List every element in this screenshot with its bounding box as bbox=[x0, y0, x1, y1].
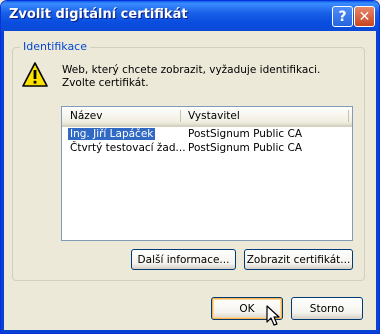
window-frame-left bbox=[1, 31, 4, 333]
more-info-button[interactable]: Další informace... bbox=[131, 249, 236, 270]
group-label: Identifikace bbox=[20, 40, 90, 53]
close-button[interactable]: ✕ bbox=[354, 6, 375, 27]
list-header: Název Vystavitel bbox=[62, 107, 352, 127]
column-separator[interactable] bbox=[180, 110, 181, 122]
list-item-name: Ing. Jiří Lapáček bbox=[68, 128, 156, 140]
warning-icon bbox=[22, 62, 48, 87]
message-line-1: Web, který chcete zobrazit, vyžaduje ide… bbox=[62, 64, 321, 76]
list-item-issuer: PostSignum Public CA bbox=[188, 142, 303, 154]
title-bar[interactable]: Zvolit digitální certifikát ? ✕ bbox=[1, 1, 379, 31]
column-separator[interactable] bbox=[348, 110, 349, 122]
window-title: Zvolit digitální certifikát bbox=[9, 7, 188, 22]
certificate-list[interactable]: Název Vystavitel Ing. Jiří Lapáček PostS… bbox=[61, 106, 353, 241]
message-line-2: Zvolte certifikát. bbox=[62, 77, 149, 89]
list-item-name: Čtvrtý testovací žad... bbox=[70, 142, 186, 154]
list-item[interactable]: Ing. Jiří Lapáček PostSignum Public CA bbox=[62, 127, 352, 141]
column-header-name[interactable]: Název bbox=[70, 110, 102, 122]
window-frame-right bbox=[376, 31, 379, 333]
window-frame-bottom bbox=[1, 330, 379, 333]
list-item-issuer: PostSignum Public CA bbox=[188, 128, 303, 140]
view-certificate-button[interactable]: Zobrazit certifikát... bbox=[244, 249, 353, 270]
mouse-cursor-icon bbox=[266, 305, 280, 326]
message-text: Web, který chcete zobrazit, vyžaduje ide… bbox=[62, 64, 320, 90]
cancel-button[interactable]: Storno bbox=[291, 297, 363, 320]
list-item[interactable]: Čtvrtý testovací žad... PostSignum Publi… bbox=[62, 141, 352, 155]
help-button[interactable]: ? bbox=[332, 6, 353, 27]
column-header-issuer[interactable]: Vystavitel bbox=[188, 110, 240, 122]
help-icon: ? bbox=[338, 8, 347, 25]
close-icon: ✕ bbox=[358, 8, 371, 25]
